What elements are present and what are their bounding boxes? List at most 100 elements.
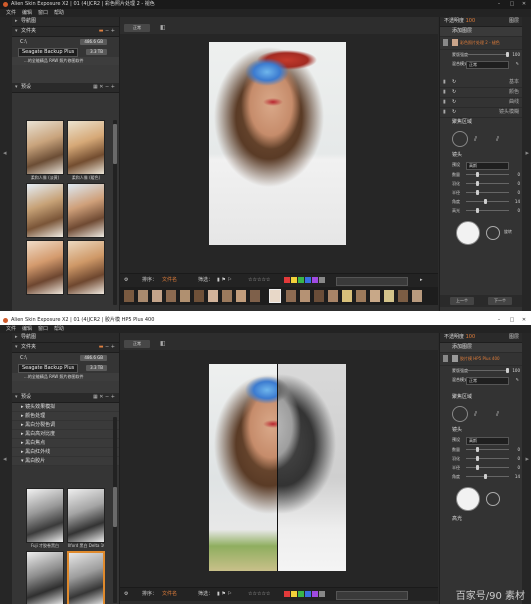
add-layer-row[interactable]: 添加图层 <box>440 27 523 37</box>
navigator-header[interactable]: ▸ 导航图 <box>12 333 119 343</box>
reset-icon[interactable]: ↻ <box>452 99 456 105</box>
collapse-left-icon[interactable]: ◂ <box>3 149 7 157</box>
panel-curves[interactable]: ▮ ↻ 曲线 <box>440 98 523 108</box>
slider-track[interactable] <box>466 201 509 202</box>
toggle-icon[interactable]: ▮ <box>443 78 446 87</box>
compare-view-icon[interactable]: ◧ <box>160 24 166 31</box>
filmstrip-thumb[interactable] <box>194 290 204 302</box>
backup-drive-row[interactable]: Seagate Backup Plus 3.3 TB <box>12 363 119 373</box>
mask-strength-track[interactable] <box>466 370 509 371</box>
preset-category[interactable]: ▸ 颜色处理 <box>12 412 119 421</box>
menu-window[interactable]: 窗口 <box>38 325 48 333</box>
lens-preset-dropdown[interactable]: 高斯 <box>466 437 509 445</box>
maximize-button[interactable]: □ <box>506 316 518 325</box>
image-canvas[interactable] <box>120 34 438 273</box>
slider-row[interactable]: 半径 0 <box>440 463 523 472</box>
menu-file[interactable]: 文件 <box>6 325 16 333</box>
slider-value[interactable]: 0 <box>517 170 520 179</box>
filmstrip-thumb[interactable] <box>398 290 408 302</box>
reset-icon[interactable]: ↻ <box>452 79 456 85</box>
layer-visibility-icon[interactable] <box>443 355 448 362</box>
compare-split-line[interactable] <box>277 364 278 571</box>
filmstrip-thumb[interactable] <box>152 290 162 302</box>
slider-value[interactable]: 0 <box>517 463 520 472</box>
right-collapse-edge[interactable]: ▸ <box>522 333 531 604</box>
preset-thumb[interactable]: 柔和人像 (暖色) <box>67 120 105 180</box>
red-swatch[interactable] <box>284 590 290 597</box>
opacity-value[interactable]: 100 <box>466 18 476 24</box>
settings-gear-icon[interactable]: ⚙ <box>124 274 128 287</box>
none-swatch[interactable] <box>319 590 325 597</box>
filmstrip-thumb[interactable] <box>138 290 148 302</box>
folders-header[interactable]: ▾ 文件夹 ▬ − + <box>12 343 119 353</box>
purple-swatch[interactable] <box>312 590 318 597</box>
filmstrip-thumb[interactable] <box>300 290 310 302</box>
backup-drive-row[interactable]: Seagate Backup Plus 3.3 TB <box>12 47 119 57</box>
preset-category[interactable]: ▸ 黑白焦点 <box>12 439 119 448</box>
panel-basic[interactable]: ▮ ↻ 基本 <box>440 78 523 88</box>
preset-category[interactable]: ▸ 黑白高对比度 <box>12 430 119 439</box>
slider-track[interactable] <box>466 467 509 468</box>
tilt-focus-icon[interactable]: ⫽ <box>496 135 499 144</box>
star-rating[interactable]: ☆☆☆☆☆ <box>248 588 270 601</box>
lens-preset-row[interactable]: 预设 高斯 <box>440 435 523 445</box>
menu-file[interactable]: 文件 <box>6 9 16 17</box>
drive-c-row[interactable]: C:\ 486.6 GB <box>12 353 119 363</box>
color-label-swatches[interactable] <box>284 588 326 601</box>
preset-thumb[interactable] <box>26 240 64 295</box>
filmstrip-thumb[interactable] <box>208 290 218 302</box>
image-canvas[interactable] <box>120 350 438 587</box>
tilt-focus-icon[interactable]: ⫽ <box>496 410 499 419</box>
add-layer-row[interactable]: 添加图层 <box>440 343 523 353</box>
preset-category[interactable]: ▸ 黑白分裂色调 <box>12 421 119 430</box>
slider-track[interactable] <box>466 476 509 477</box>
backup-sub-row[interactable]: ...的全能精品 RAW 照片修图软件 <box>12 373 119 381</box>
slider-knob[interactable] <box>476 447 479 452</box>
compare-view-icon[interactable]: ◧ <box>160 340 166 347</box>
filmstrip-thumb[interactable] <box>286 290 296 302</box>
mask-strength-value[interactable]: 100 <box>512 366 520 375</box>
filmstrip-thumb[interactable] <box>250 290 260 302</box>
minimize-button[interactable]: – <box>493 316 505 325</box>
purple-swatch[interactable] <box>312 276 318 283</box>
none-swatch[interactable] <box>319 276 325 283</box>
layer-visibility-icon[interactable] <box>443 39 448 46</box>
slider-row[interactable]: 高光 0 <box>440 206 523 215</box>
green-swatch[interactable] <box>298 590 304 597</box>
left-collapse-edge[interactable]: ◂ <box>0 333 12 604</box>
preset-thumb-selected[interactable] <box>67 551 105 604</box>
yellow-swatch[interactable] <box>291 590 297 597</box>
filmstrip-thumb[interactable] <box>124 290 134 302</box>
folders-header[interactable]: ▾ 文件夹 ▬ − + <box>12 27 119 37</box>
menu-edit[interactable]: 编辑 <box>22 9 32 17</box>
mask-strength-row[interactable]: 蒙版强度 100 <box>440 50 523 59</box>
blue-swatch[interactable] <box>305 590 311 597</box>
scrollbar-thumb[interactable] <box>113 487 117 527</box>
color-label-swatches[interactable] <box>284 274 326 287</box>
brush-icon[interactable]: ✎ <box>516 375 519 385</box>
blend-mode-dropdown[interactable]: 正常 <box>466 377 509 385</box>
scrollbar-thumb[interactable] <box>113 124 117 164</box>
slider-value[interactable]: 0 <box>517 206 520 215</box>
before-photo[interactable] <box>209 364 277 571</box>
slider-row[interactable]: 数量 0 <box>440 445 523 454</box>
opacity-value[interactable]: 100 <box>466 334 476 340</box>
slider-track[interactable] <box>466 458 509 459</box>
view-mode-button[interactable]: 正常 <box>124 24 150 32</box>
previous-button[interactable]: 上一个 <box>450 297 474 305</box>
close-button[interactable]: ✕ <box>518 316 530 325</box>
lens-preset-dropdown[interactable]: 高斯 <box>466 162 509 170</box>
settings-gear-icon[interactable]: ⚙ <box>124 588 128 601</box>
filmstrip-thumb[interactable] <box>166 290 176 302</box>
slider-knob[interactable] <box>476 465 479 470</box>
mask-strength-value[interactable]: 100 <box>512 50 520 59</box>
filmstrip-thumb[interactable] <box>342 290 352 302</box>
blend-mode-row[interactable]: 混合模式 正常 ✎ <box>440 375 523 385</box>
linear-focus-icon[interactable]: ⫽ <box>474 410 477 419</box>
preset-thumb[interactable] <box>67 240 105 295</box>
slider-knob[interactable] <box>476 172 479 177</box>
mask-strength-row[interactable]: 蒙版强度 100 <box>440 366 523 375</box>
maximize-button[interactable]: □ <box>506 0 518 9</box>
slider-knob[interactable] <box>476 456 479 461</box>
after-photo[interactable] <box>277 364 346 571</box>
